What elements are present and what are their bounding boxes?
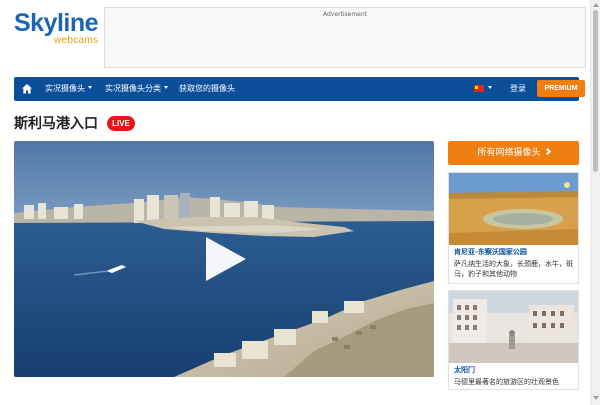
cam-title: 肯尼亚-东察沃国家公园 [454, 248, 527, 256]
scroll-down-arrow-icon[interactable] [593, 396, 599, 400]
webcam-video-player[interactable] [14, 141, 434, 377]
nav-item-label: 获取您的摄像头 [179, 84, 235, 93]
premium-button[interactable]: PREMIUM [537, 80, 585, 97]
chevron-right-icon [543, 147, 551, 156]
live-badge: LIVE [107, 116, 135, 131]
nav-cam-categories-menu[interactable]: 实况摄像头分类 [105, 84, 168, 94]
nav-item-label: 实况摄像头 [45, 84, 85, 93]
caret-down-icon [164, 86, 168, 89]
all-webcams-label: 所有网络摄像头 [477, 148, 541, 158]
cam-description: 萨凡纳生活的大象，长颈鹿，水牛，斑马，豹子和其他动物 [454, 260, 573, 278]
all-webcams-button[interactable]: 所有网络摄像头 [448, 141, 579, 165]
skyline-webcams-logo[interactable]: Skyline webcams [14, 10, 104, 50]
caret-down-icon [488, 86, 492, 89]
cam-card[interactable]: 太阳门 马德里最著名的旅游区的壮观景色 [448, 290, 579, 390]
nav-get-your-cam-link[interactable]: 获取您的摄像头 [179, 84, 235, 94]
main-navbar: 实况摄像头 实况摄像头分类 获取您的摄像头 登录 PREMIUM [14, 77, 585, 101]
cam-description: 马德里最著名的旅游区的壮观景色 [454, 378, 559, 386]
login-link[interactable]: 登录 [510, 84, 526, 94]
cam-thumbnail [449, 173, 578, 245]
scrollbar-thumb[interactable] [593, 10, 598, 172]
cam-card[interactable]: 肯尼亚-东察沃国家公园 萨凡纳生活的大象，长颈鹿，水牛，斑马，豹子和其他动物 [448, 172, 579, 284]
advertisement-banner[interactable]: Advertisement [104, 7, 586, 68]
webcam-stream-image [14, 141, 434, 377]
page-title: 斯利马港入口 [14, 116, 98, 132]
scroll-up-arrow-icon[interactable] [593, 3, 599, 7]
nav-item-label: 实况摄像头分类 [105, 84, 161, 93]
home-icon[interactable] [21, 83, 33, 95]
cam-thumbnail [449, 291, 578, 363]
cam-title: 太阳门 [454, 366, 475, 374]
advertisement-label: Advertisement [322, 11, 368, 18]
caret-down-icon [88, 86, 92, 89]
language-dropdown-caret[interactable] [485, 84, 492, 94]
logo-subtext: webcams [54, 35, 99, 46]
china-flag-icon[interactable] [474, 85, 484, 92]
nav-live-cams-menu[interactable]: 实况摄像头 [45, 84, 92, 94]
page-scrollbar[interactable] [590, 0, 600, 405]
logo-text: Skyline [14, 9, 99, 37]
